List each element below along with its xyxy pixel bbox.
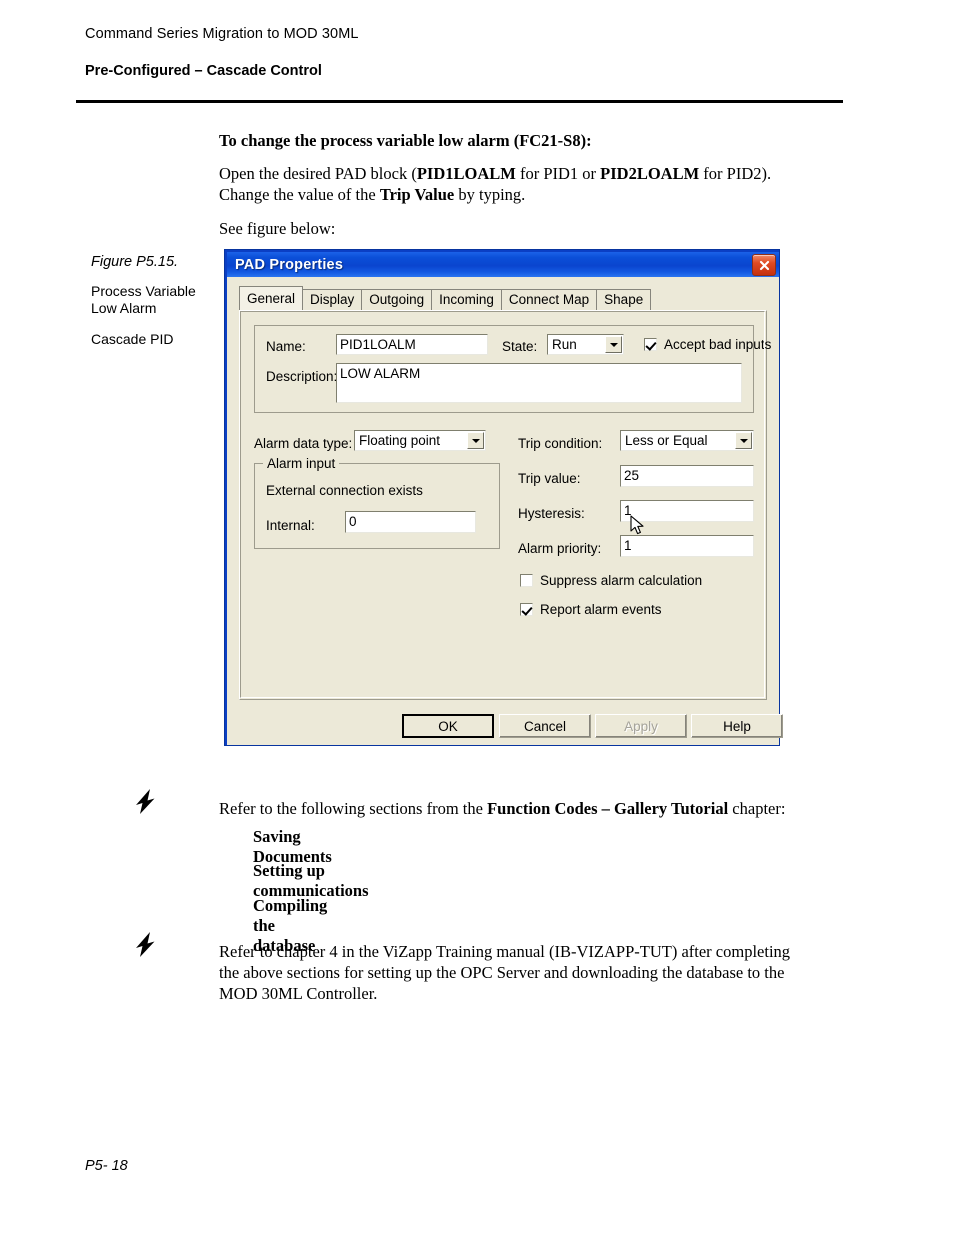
report-alarm-checkbox[interactable]: Report alarm events (520, 602, 662, 617)
note-1-text: Refer to the following sections from the… (219, 798, 819, 819)
note-2-line1: Refer to chapter 4 in the ViZapp Trainin… (219, 942, 791, 961)
tab-general[interactable]: General (239, 286, 304, 310)
tab-incoming[interactable]: Incoming (431, 289, 502, 310)
suppress-alarm-label: Suppress alarm calculation (540, 573, 703, 588)
lightning-bolt-icon (133, 930, 159, 960)
figure-caption: Figure P5.15. Process Variable Low Alarm… (91, 254, 213, 347)
tab-bar: General Display Outgoing Incoming Connec… (239, 286, 652, 310)
internal-input[interactable]: 0 (345, 511, 476, 533)
external-connection-label: External connection exists (266, 483, 423, 498)
checkbox-box (520, 574, 533, 587)
open-block-prefix: Open the desired PAD block ( (219, 164, 417, 183)
checkbox-box (520, 603, 533, 616)
dialog-title: PAD Properties (235, 256, 344, 273)
alarm-data-type-value: Floating point (359, 433, 441, 448)
page-number: P5- 18 (85, 1158, 128, 1174)
change-suffix: by typing. (454, 185, 526, 204)
dialog-titlebar[interactable]: PAD Properties (227, 252, 779, 277)
open-block-mid: for PID1 or (515, 164, 601, 183)
figure-number: Figure P5.15. (91, 254, 179, 270)
note-1-item-1: Setting up communications (253, 861, 369, 900)
description-input[interactable]: LOW ALARM (336, 363, 742, 403)
apply-button: Apply (595, 714, 687, 738)
hysteresis-label: Hysteresis: (518, 506, 585, 521)
report-alarm-label: Report alarm events (540, 602, 662, 617)
checkbox-box (644, 338, 657, 351)
accept-bad-inputs-checkbox[interactable]: Accept bad inputs (644, 337, 771, 352)
name-input[interactable]: PID1LOALM (336, 334, 488, 355)
header-divider (76, 100, 843, 103)
note-2-line2: the above sections for setting up the OP… (219, 963, 785, 982)
note-2-text: Refer to chapter 4 in the ViZapp Trainin… (219, 941, 829, 1004)
note-2-line3: MOD 30ML Controller. (219, 984, 378, 1003)
name-label: Name: (266, 339, 306, 354)
close-icon[interactable] (752, 254, 776, 276)
note-1-suffix: chapter: (728, 799, 786, 818)
suppress-alarm-checkbox[interactable]: Suppress alarm calculation (520, 573, 702, 588)
note-1-prefix: Refer to the following sections from the (219, 799, 488, 818)
tab-connect-map[interactable]: Connect Map (500, 289, 598, 310)
pad-properties-dialog: PAD Properties General Display Outgoing … (224, 249, 783, 746)
tab-display[interactable]: Display (302, 289, 363, 310)
lightning-bolt-icon (133, 787, 159, 817)
tab-shape[interactable]: Shape (596, 289, 652, 310)
general-tab-panel: Name: PID1LOALM State: Run Accept bad in… (239, 310, 771, 700)
chevron-down-icon[interactable] (735, 432, 752, 449)
state-label: State: (502, 339, 538, 354)
dialog-body: General Display Outgoing Incoming Connec… (227, 277, 783, 745)
alarm-priority-label: Alarm priority: (518, 541, 602, 556)
trip-value-label: Trip value: (518, 471, 581, 486)
mouse-cursor (630, 515, 646, 537)
ok-button[interactable]: OK (402, 714, 494, 738)
instruction-paragraph: Open the desired PAD block (PID1LOALM fo… (219, 163, 819, 205)
cancel-button[interactable]: Cancel (499, 714, 591, 738)
pid1-block-name: PID1LOALM (416, 164, 516, 183)
trip-value-input[interactable]: 25 (620, 465, 754, 487)
alarm-data-type-dropdown[interactable]: Floating point (354, 430, 486, 451)
tab-outgoing[interactable]: Outgoing (361, 289, 433, 310)
trip-condition-dropdown[interactable]: Less or Equal (620, 430, 754, 451)
state-value: Run (552, 337, 577, 352)
chevron-down-icon[interactable] (467, 432, 484, 449)
chevron-down-icon[interactable] (605, 336, 622, 353)
instruction-heading: To change the process variable low alarm… (219, 131, 592, 150)
accept-bad-inputs-label: Accept bad inputs (664, 337, 772, 352)
page-header: Command Series Migration to MOD 30ML Pre… (85, 26, 845, 79)
pid2-block-name: PID2LOALM (600, 164, 700, 183)
open-block-suffix: for PID2). (699, 164, 772, 183)
trip-condition-value: Less or Equal (625, 433, 708, 448)
trip-value-emphasis: Trip Value (379, 185, 455, 204)
description-label: Description: (266, 369, 338, 384)
alarm-input-group: Alarm input (254, 456, 500, 549)
state-dropdown[interactable]: Run (547, 334, 624, 355)
section-title: Pre-Configured – Cascade Control (85, 63, 322, 79)
note-1-emphasis: Function Codes – Gallery Tutorial (487, 799, 729, 818)
alarm-input-group-label: Alarm input (263, 456, 340, 471)
trip-condition-label: Trip condition: (518, 436, 603, 451)
alarm-priority-input[interactable]: 1 (620, 535, 754, 557)
see-figure-paragraph: See figure below: (219, 219, 336, 238)
change-prefix: Change the value of the (219, 185, 380, 204)
internal-label: Internal: (266, 518, 315, 533)
document-title: Command Series Migration to MOD 30ML (85, 26, 359, 42)
figure-caption-line2: Cascade PID (91, 331, 174, 347)
help-button[interactable]: Help (691, 714, 783, 738)
figure-caption-line1: Process Variable Low Alarm (91, 283, 196, 316)
alarm-data-type-label: Alarm data type: (254, 436, 353, 451)
